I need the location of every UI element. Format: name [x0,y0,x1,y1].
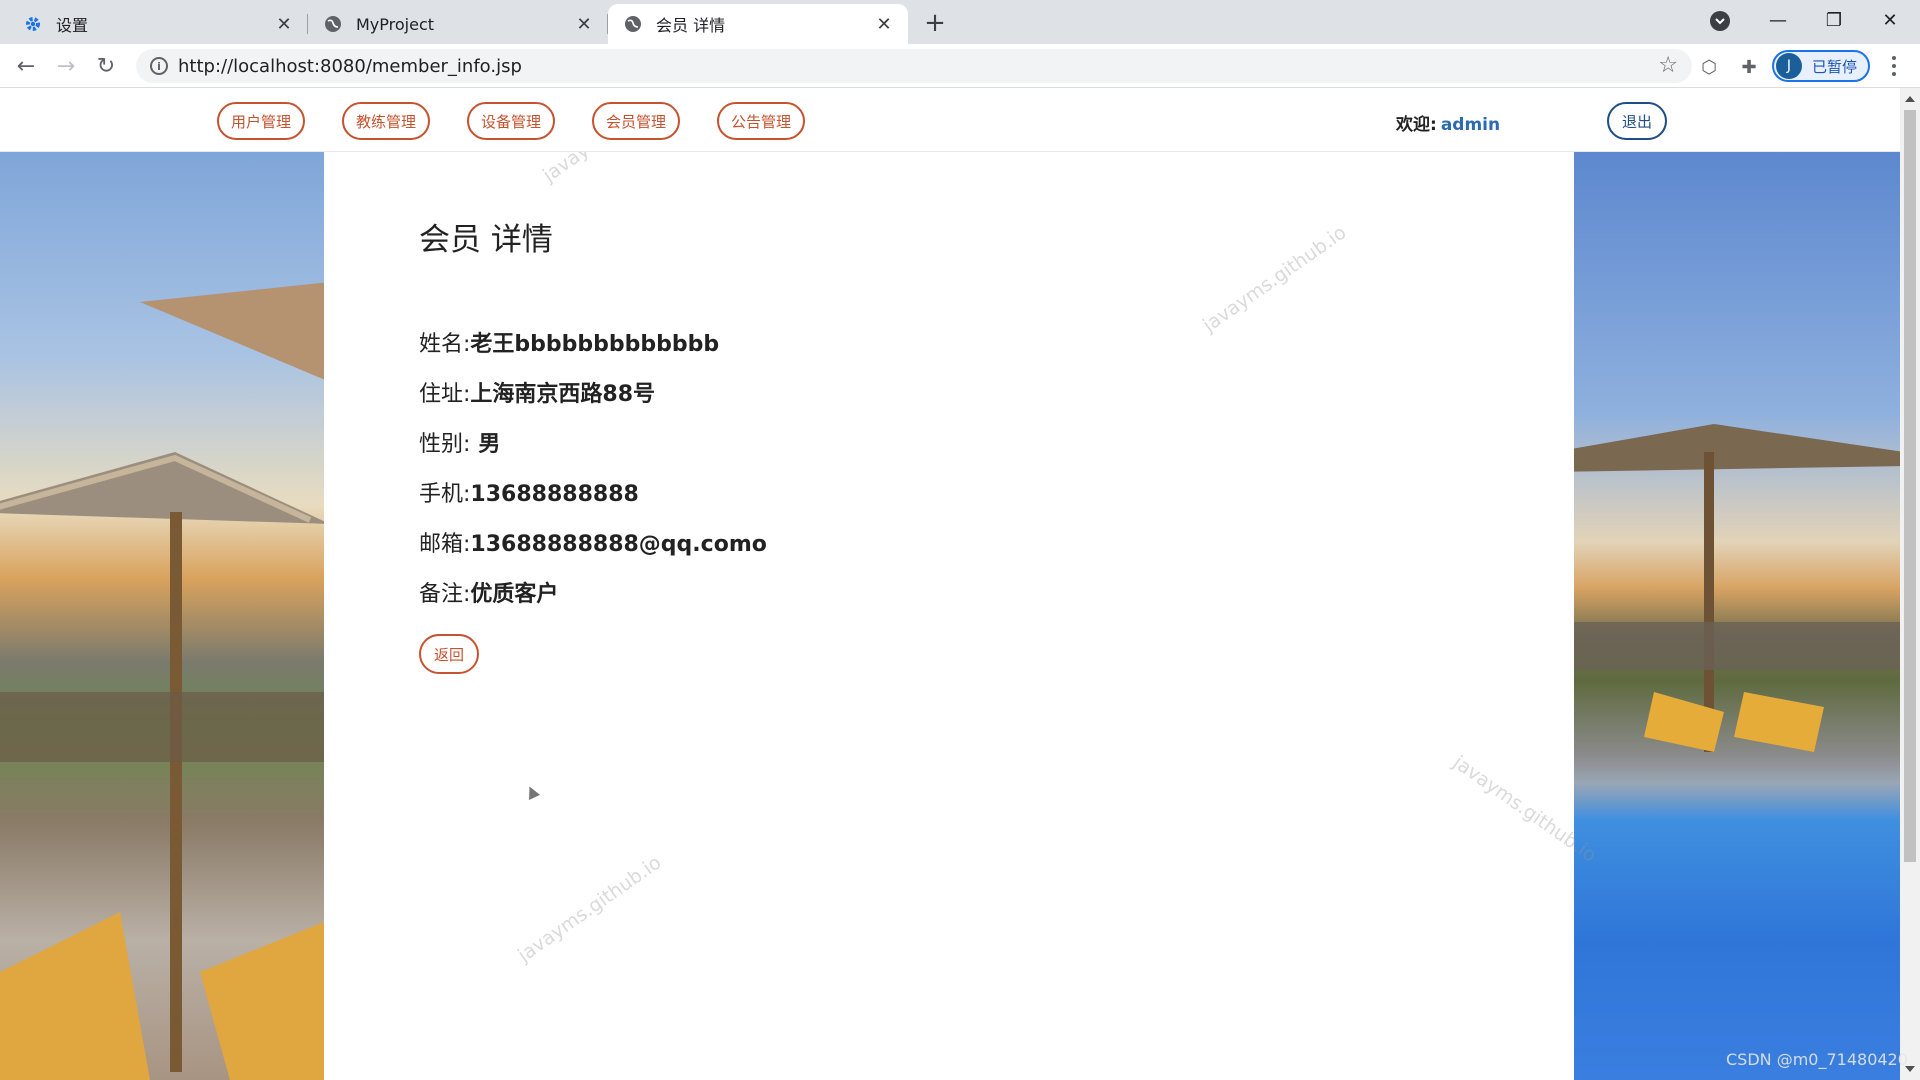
field-value: 13688888888 [470,482,639,507]
field-label: 备注: [419,582,471,607]
close-icon[interactable]: ✕ [574,14,594,35]
welcome-text: 欢迎: admin [1396,110,1500,135]
field-value: 男 [478,432,501,457]
profile-button[interactable]: J 已暂停 [1772,50,1870,82]
extension-icon[interactable]: ⬡ [1698,56,1720,78]
scroll-up-icon[interactable] [1905,96,1915,102]
nav-equipment-management[interactable]: 设备管理 [467,102,556,140]
nav-notice-management[interactable]: 公告管理 [717,102,806,140]
field-value: 13688888888@qq.como [470,532,767,557]
close-icon[interactable]: ✕ [874,14,894,35]
tab-title: 会员 详情 [656,16,726,35]
page-scrollbar[interactable] [1900,88,1920,1080]
tab-myproject[interactable]: MyProject ✕ [308,4,608,44]
back-arrow-icon[interactable]: ← [12,52,40,80]
tab-settings[interactable]: 设置 ✕ [0,4,308,44]
more-menu-icon[interactable] [1884,56,1904,76]
field-value: 老王bbbbbbbbbbbbb [470,332,720,357]
tab-title: MyProject [356,14,435,34]
background-image-right [1574,152,1900,1080]
back-button[interactable]: 返回 [419,634,479,674]
puzzle-icon[interactable]: ✚ [1738,56,1760,78]
close-icon[interactable]: ✕ [274,14,294,35]
close-window-button[interactable]: ✕ [1862,0,1918,40]
url-text[interactable]: http://localhost:8080/member_info.jsp [178,56,522,77]
field-label: 住址: [419,382,471,407]
field-label: 邮箱: [419,532,471,557]
nav-member-management[interactable]: 会员管理 [592,102,681,140]
field-gender: 性别: 男 [419,426,500,458]
field-label: 手机: [419,482,471,507]
field-phone: 手机:13688888888 [419,476,639,508]
member-detail-panel: 会员 详情 姓名:老王bbbbbbbbbbbbb 住址:上海南京西路88号 性别… [324,152,1574,1080]
browser-toolbar: ← → ↻ i http://localhost:8080/member_inf… [0,44,1920,88]
field-remark: 备注:优质客户 [419,576,558,608]
profile-status: 已暂停 [1812,57,1858,76]
field-address: 住址:上海南京西路88号 [419,376,655,408]
field-label: 姓名: [419,332,471,357]
tab-member-info[interactable]: 会员 详情 ✕ [608,4,908,44]
tab-search-icon[interactable] [1710,11,1730,31]
tab-title: 设置 [56,16,89,35]
field-value: 优质客户 [470,582,559,607]
top-navigation: 用户管理 教练管理 设备管理 会员管理 公告管理 欢迎: admin 退出 [0,88,1900,152]
globe-icon [324,15,342,33]
reload-icon[interactable]: ↻ [92,52,120,80]
background-image-left [0,152,324,1080]
browser-tab-bar: 设置 ✕ MyProject ✕ 会员 详情 ✕ + — ❐ ✕ [0,0,1920,44]
avatar: J [1776,53,1802,79]
field-value: 上海南京西路88号 [470,382,656,407]
forward-arrow-icon[interactable]: → [52,52,80,80]
site-info-icon[interactable]: i [150,57,168,75]
bookmark-star-icon[interactable]: ☆ [1658,53,1678,78]
footer-watermark: CSDN @m0_71480420 [1726,1050,1908,1069]
address-bar[interactable]: i http://localhost:8080/member_info.jsp … [136,49,1692,83]
minimize-button[interactable]: — [1750,0,1806,40]
web-page: 用户管理 教练管理 设备管理 会员管理 公告管理 欢迎: admin 退出 会员… [0,88,1900,1080]
field-label: 性别: [419,432,471,457]
new-tab-button[interactable]: + [920,8,950,38]
globe-icon [624,15,642,33]
welcome-label: 欢迎: [1396,115,1437,135]
restore-button[interactable]: ❐ [1806,0,1862,40]
page-title: 会员 详情 [419,222,553,258]
field-name: 姓名:老王bbbbbbbbbbbbb [419,326,719,358]
username: admin [1440,115,1501,135]
nav-user-management[interactable]: 用户管理 [217,102,306,140]
nav-coach-management[interactable]: 教练管理 [342,102,431,140]
scrollbar-thumb[interactable] [1904,110,1916,862]
gear-icon [24,15,42,33]
logout-button[interactable]: 退出 [1607,102,1667,140]
field-email: 邮箱:13688888888@qq.como [419,526,767,558]
